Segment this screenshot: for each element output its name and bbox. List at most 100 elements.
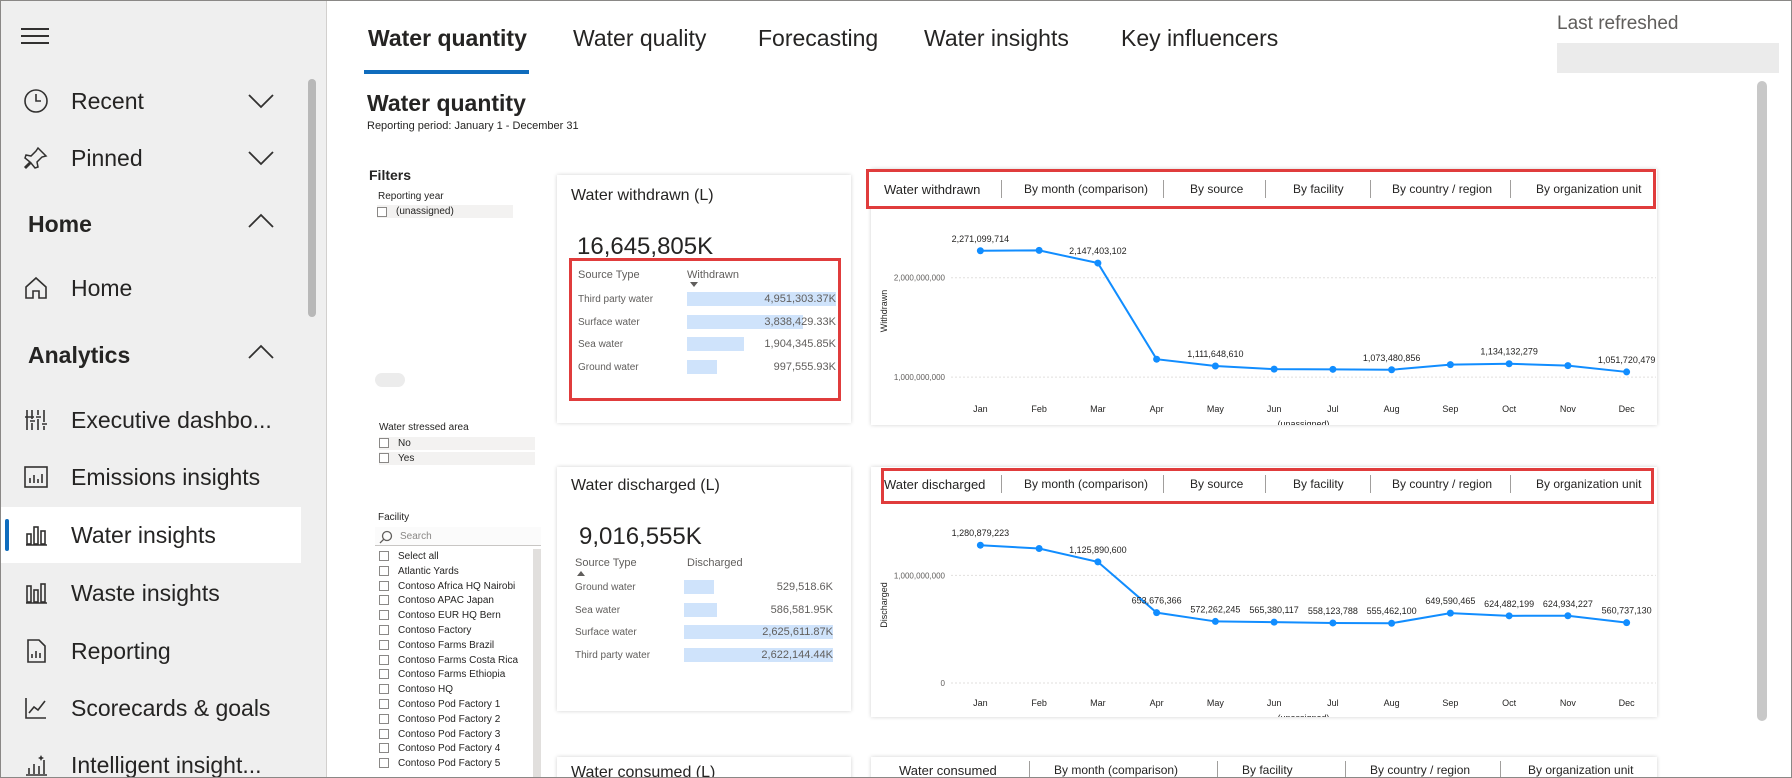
checkbox[interactable]	[379, 551, 389, 561]
sidebar-item-reporting[interactable]: Reporting	[1, 623, 301, 679]
sidebar-item-executive-dashboard[interactable]: Executive dashbo...	[1, 392, 301, 448]
slicer-option[interactable]: (unassigned)	[377, 205, 513, 218]
chevron-up-icon[interactable]	[247, 213, 275, 229]
table-row[interactable]: Sea water 1,904,345.85K	[572, 336, 838, 354]
table-row[interactable]: Third party water 2,622,144.44K	[569, 647, 835, 665]
facility-search-input[interactable]: Search	[375, 527, 541, 546]
view-tab-water-discharged[interactable]: Water discharged	[884, 477, 985, 492]
view-tab-by-facility[interactable]: By facility	[1293, 477, 1344, 491]
chevron-up-icon[interactable]	[247, 344, 275, 360]
facility-option[interactable]: Select all	[379, 550, 529, 563]
checkbox[interactable]	[379, 639, 389, 650]
clock-icon	[21, 86, 51, 116]
checkbox[interactable]	[379, 669, 389, 680]
chevron-down-icon[interactable]	[247, 150, 275, 166]
facility-option[interactable]: Contoso Pod Factory 1	[379, 698, 529, 711]
slicer-option[interactable]: No	[379, 437, 535, 450]
data-label: 558,123,788	[1308, 606, 1358, 616]
slicer-option[interactable]: Yes	[379, 452, 535, 465]
sidebar: Recent Pinned Home Home Analytics Execut…	[1, 1, 327, 777]
sidebar-item-recent[interactable]: Recent	[1, 73, 301, 129]
view-tab-by-country-region[interactable]: By country / region	[1392, 477, 1492, 491]
facility-option[interactable]: Contoso Africa HQ Nairobi	[379, 580, 529, 593]
waste-chart-icon	[21, 578, 51, 608]
tab-forecasting[interactable]: Forecasting	[758, 25, 878, 52]
view-tab-by-month-comparison[interactable]: By month (comparison)	[1024, 477, 1148, 491]
checkbox[interactable]	[379, 743, 389, 754]
value-cell: 586,581.95K	[770, 603, 833, 616]
table-row[interactable]: Sea water 586,581.95K	[569, 602, 835, 620]
facility-option[interactable]: Contoso Pod Factory 4	[379, 742, 529, 755]
view-tab-by-month-comparison[interactable]: By month (comparison)	[1054, 763, 1178, 777]
view-tab-by-facility[interactable]: By facility	[1293, 182, 1344, 196]
tab-water-insights[interactable]: Water insights	[924, 25, 1069, 52]
facility-option[interactable]: Contoso Factory	[379, 624, 529, 637]
facility-option[interactable]: Contoso Farms Brazil	[379, 639, 529, 652]
checkbox[interactable]	[379, 610, 389, 621]
tab-separator	[1370, 475, 1371, 493]
view-tab-by-organization-unit[interactable]: By organization unit	[1528, 763, 1633, 777]
facility-option[interactable]: Contoso Pod Factory 3	[379, 728, 529, 741]
data-label: 560,737,130	[1602, 606, 1652, 616]
facility-option[interactable]: Contoso Farms Ethiopia	[379, 668, 529, 681]
view-tab-by-source[interactable]: By source	[1190, 182, 1243, 196]
facility-option[interactable]: Contoso Pod Factory 5	[379, 757, 529, 770]
facility-option[interactable]: Contoso Pod Factory 2	[379, 713, 529, 726]
facility-list-scrollbar[interactable]	[533, 549, 541, 777]
hamburger-menu-icon[interactable]	[21, 25, 49, 47]
view-tab-water-consumed[interactable]: Water consumed	[899, 763, 997, 777]
table-row[interactable]: Ground water 997,555.93K	[572, 359, 838, 377]
option-label: No	[398, 438, 411, 449]
group-home: Home	[28, 211, 92, 237]
checkbox[interactable]	[379, 580, 389, 591]
column-header-withdrawn[interactable]: Withdrawn	[687, 269, 739, 281]
sidebar-item-home[interactable]: Home	[1, 260, 301, 316]
checkbox[interactable]	[379, 684, 389, 695]
checkbox[interactable]	[379, 758, 389, 769]
checkbox[interactable]	[379, 713, 389, 724]
view-tab-water-withdrawn[interactable]: Water withdrawn	[884, 182, 980, 197]
table-row[interactable]: Ground water 529,518.6K	[569, 579, 835, 597]
sidebar-item-waste-insights[interactable]: Waste insights	[1, 565, 301, 621]
table-row[interactable]: Surface water 3,838,429.33K	[572, 314, 838, 332]
sidebar-item-intelligent-insights[interactable]: Intelligent insight...	[1, 737, 301, 777]
sidebar-item-scorecards-goals[interactable]: Scorecards & goals	[1, 680, 301, 736]
column-header-source-type[interactable]: Source Type	[578, 269, 640, 281]
facility-option[interactable]: Contoso APAC Japan	[379, 594, 529, 607]
view-tab-by-organization-unit[interactable]: By organization unit	[1536, 477, 1641, 491]
view-tab-by-source[interactable]: By source	[1190, 477, 1243, 491]
checkbox[interactable]	[379, 625, 389, 635]
sidebar-item-pinned[interactable]: Pinned	[1, 130, 301, 186]
checkbox[interactable]	[379, 595, 389, 606]
view-tab-by-country-region[interactable]: By country / region	[1392, 182, 1492, 196]
data-point	[976, 541, 984, 549]
tab-key-influencers[interactable]: Key influencers	[1121, 25, 1278, 52]
table-row[interactable]: Surface water 2,625,611.87K	[569, 624, 835, 642]
view-tab-by-facility[interactable]: By facility	[1242, 763, 1293, 777]
column-header-source-type[interactable]: Source Type	[575, 557, 637, 569]
view-tab-by-country-region[interactable]: By country / region	[1370, 763, 1470, 777]
view-tab-by-month-comparison[interactable]: By month (comparison)	[1024, 182, 1148, 196]
facility-option[interactable]: Contoso HQ	[379, 683, 529, 696]
tab-water-quantity[interactable]: Water quantity	[368, 25, 527, 52]
sidebar-item-emissions-insights[interactable]: Emissions insights	[1, 449, 301, 505]
x-tick-label: Apr	[1150, 404, 1164, 414]
facility-option[interactable]: Atlantic Yards	[379, 565, 529, 578]
checkbox[interactable]	[379, 565, 389, 576]
chevron-down-icon[interactable]	[247, 93, 275, 109]
checkbox[interactable]	[379, 654, 389, 665]
view-tab-by-organization-unit[interactable]: By organization unit	[1536, 182, 1641, 196]
facility-option[interactable]: Contoso Farms Costa Rica	[379, 654, 529, 667]
column-header-discharged[interactable]: Discharged	[687, 557, 743, 569]
tab-water-quality[interactable]: Water quality	[573, 25, 706, 52]
sidebar-item-water-insights[interactable]: Water insights	[1, 507, 301, 563]
checkbox[interactable]	[377, 207, 387, 217]
checkbox[interactable]	[379, 453, 389, 463]
table-row[interactable]: Third party water 4,951,303.37K	[572, 291, 838, 309]
sidebar-scrollbar[interactable]	[308, 79, 316, 317]
checkbox[interactable]	[379, 699, 389, 709]
main-scrollbar[interactable]	[1757, 81, 1767, 721]
checkbox[interactable]	[379, 438, 389, 448]
facility-option[interactable]: Contoso EUR HQ Bern	[379, 609, 529, 622]
checkbox[interactable]	[379, 728, 389, 739]
